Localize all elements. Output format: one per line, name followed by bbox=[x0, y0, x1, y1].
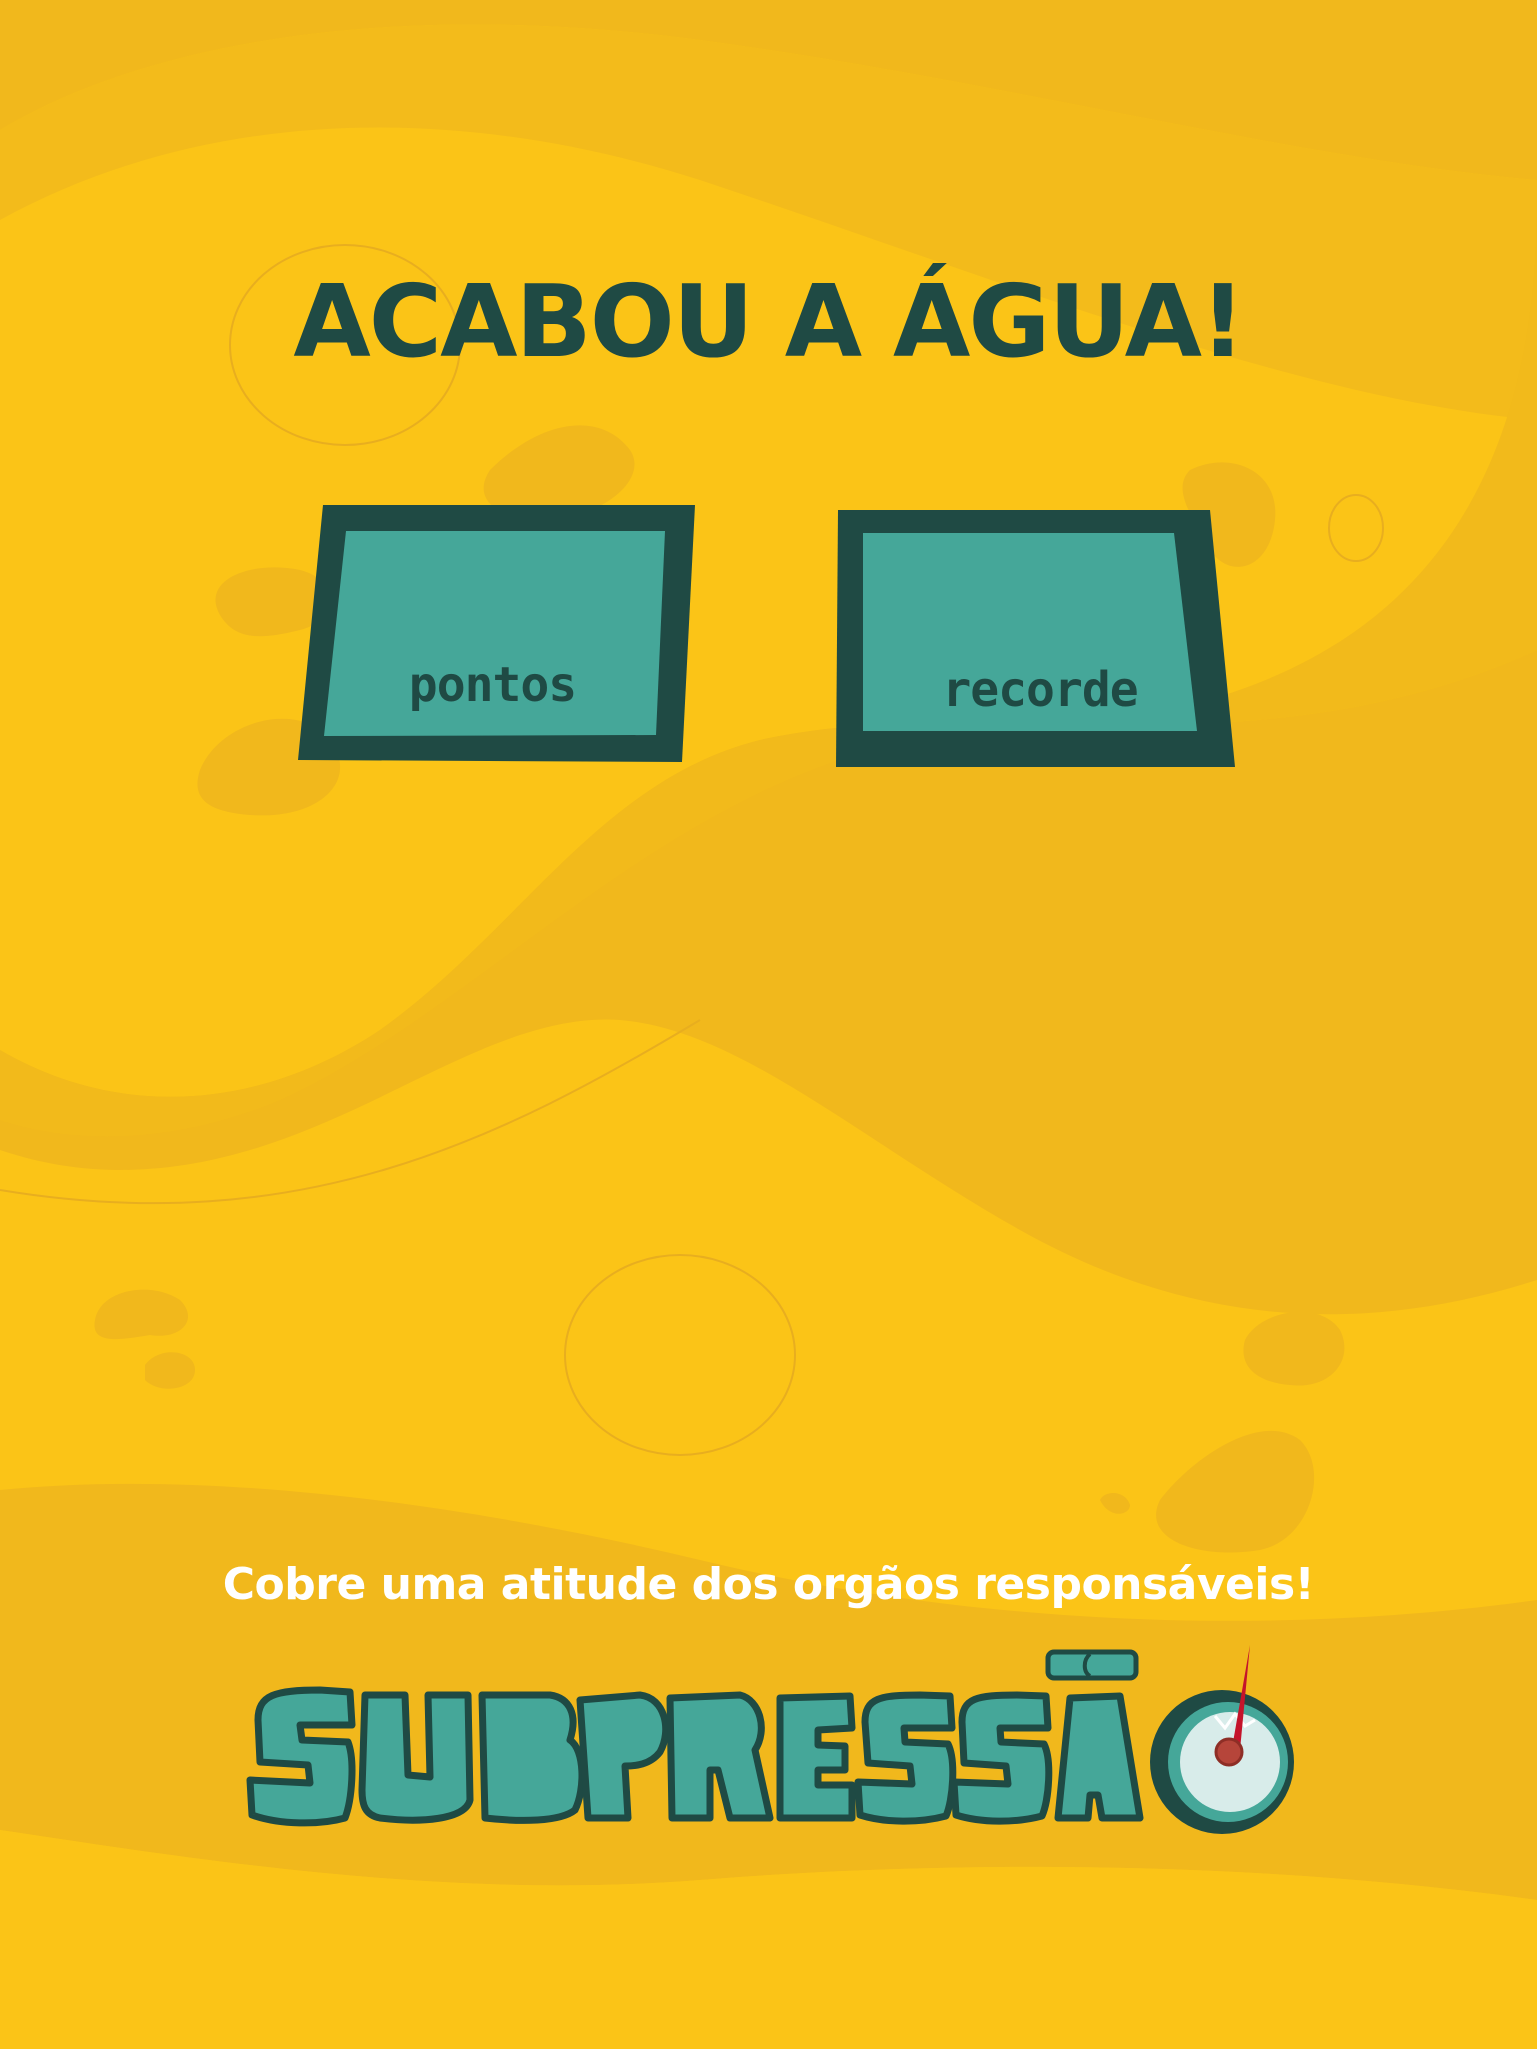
subpressao-logo bbox=[246, 1645, 1294, 1834]
call-to-action-text: Cobre uma atitude dos orgãos responsávei… bbox=[222, 1559, 1315, 1610]
game-over-title: ACABOU A ÁGUA! bbox=[293, 263, 1245, 380]
record-label: recorde bbox=[942, 662, 1138, 718]
score-panel bbox=[298, 505, 695, 762]
pressure-gauge-icon bbox=[1150, 1645, 1294, 1834]
score-label: pontos bbox=[408, 657, 577, 713]
record-panel bbox=[836, 510, 1235, 767]
